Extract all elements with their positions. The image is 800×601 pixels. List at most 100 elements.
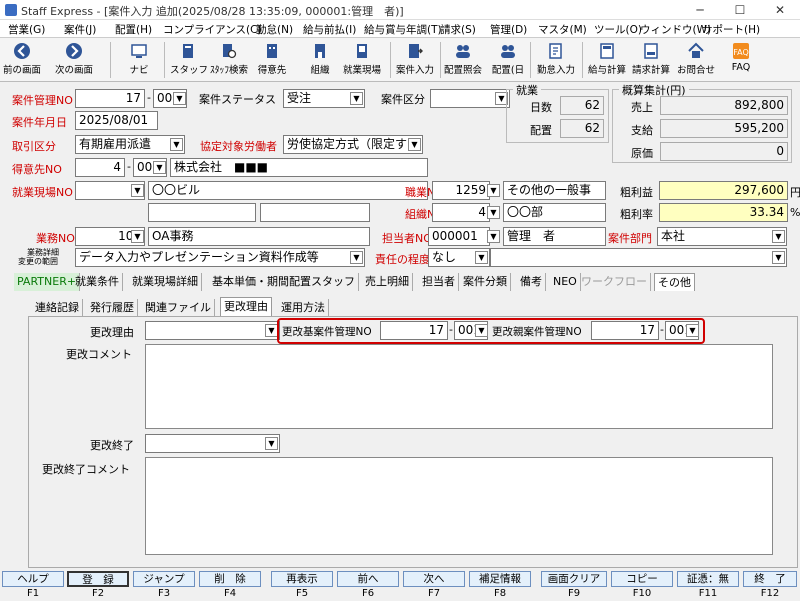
reason-select[interactable]: [145, 321, 280, 340]
agreement-dropdown-icon[interactable]: ▼: [408, 138, 421, 151]
tab-partner[interactable]: PARTNER+: [14, 273, 81, 291]
delete-button[interactable]: 削 除: [199, 571, 261, 587]
supplement-button[interactable]: 補足情報: [469, 571, 531, 587]
tab-notes[interactable]: 備考: [517, 273, 546, 291]
menu-attendance[interactable]: 勤怠(N): [256, 22, 293, 37]
attendance-button[interactable]: 勤怠入力: [534, 40, 578, 80]
register-button[interactable]: 登 録: [67, 571, 129, 587]
person-name-field[interactable]: 管理 者: [503, 227, 606, 246]
navi-button[interactable]: ナビ: [124, 40, 154, 80]
faq-button[interactable]: FAQ FAQ: [726, 40, 756, 80]
next-screen-button[interactable]: 次の画面: [52, 40, 96, 80]
contact-button[interactable]: お問合せ: [674, 40, 718, 80]
close-button[interactable]: ✕: [760, 0, 800, 20]
job-entry-button[interactable]: 案件入力: [394, 40, 436, 80]
help-button[interactable]: ヘルプ: [2, 571, 64, 587]
site-extra-field-1[interactable]: [148, 203, 256, 222]
date-field[interactable]: 2025/08/01: [75, 111, 158, 130]
subtab-renewal-reason[interactable]: 更改理由: [220, 297, 272, 316]
copy-button[interactable]: コピー: [611, 571, 673, 587]
menu-sales[interactable]: 営業(G): [8, 22, 45, 37]
base-no-dropdown-icon[interactable]: ▼: [475, 324, 488, 337]
org-button[interactable]: 組織: [302, 40, 338, 80]
resp-detail-dropdown-icon[interactable]: ▼: [772, 251, 785, 264]
subtab-contact-log[interactable]: 連絡記録: [32, 299, 83, 317]
person-no-field[interactable]: 000001: [428, 227, 490, 246]
deal-dropdown-icon[interactable]: ▼: [170, 138, 183, 151]
deal-select[interactable]: 有期雇用派遣: [75, 135, 185, 154]
resp-detail-select[interactable]: [490, 248, 787, 267]
resp-dropdown-icon[interactable]: ▼: [475, 251, 488, 264]
end-comment-textarea[interactable]: [145, 457, 773, 555]
tab-neo[interactable]: NEO: [550, 273, 581, 291]
tab-work-conditions[interactable]: 就業条件: [72, 273, 123, 291]
tab-site-detail[interactable]: 就業現場詳細: [129, 273, 202, 291]
org-dropdown-icon[interactable]: ▼: [487, 206, 500, 219]
tab-sales-detail[interactable]: 売上明細: [362, 273, 413, 291]
subtab-issue-history[interactable]: 発行履歴: [87, 299, 138, 317]
tab-base-price[interactable]: 基本単価・期間配置スタッフ: [209, 273, 359, 291]
end-dropdown-icon[interactable]: ▼: [265, 437, 278, 450]
client-name-field[interactable]: 株式会社 ■■■: [170, 158, 428, 177]
dept-dropdown-icon[interactable]: ▼: [772, 230, 785, 243]
job-type-no-field[interactable]: 1259: [432, 181, 490, 200]
minimize-button[interactable]: ─: [680, 0, 720, 20]
tab-person[interactable]: 担当者: [419, 273, 459, 291]
menu-payroll[interactable]: 給与賞与年調(T): [364, 22, 442, 37]
site-extra-field-2[interactable]: [260, 203, 370, 222]
menu-billing[interactable]: 請求(S): [440, 22, 476, 37]
tab-other[interactable]: その他: [654, 273, 695, 291]
menu-job[interactable]: 案件(J): [64, 22, 96, 37]
client-no-field[interactable]: 4: [75, 158, 125, 177]
voucher-button[interactable]: 証憑：無: [677, 571, 739, 587]
site-button[interactable]: 就業現場: [340, 40, 384, 80]
job-type-dropdown-icon[interactable]: ▼: [487, 184, 500, 197]
prev-screen-button[interactable]: 前の画面: [2, 40, 42, 80]
person-dropdown-icon[interactable]: ▼: [487, 230, 500, 243]
dept-select[interactable]: 本社: [657, 227, 787, 246]
subtab-operation[interactable]: 運用方法: [278, 299, 329, 317]
assign-day-button[interactable]: 配置(日: [488, 40, 528, 80]
menu-window[interactable]: ウィンドウ(W): [640, 22, 711, 37]
agreement-select[interactable]: 労使協定方式（限定す: [283, 135, 423, 154]
tab-job-class[interactable]: 案件分類: [460, 273, 511, 291]
assign-ref-button[interactable]: 配置照会: [442, 40, 484, 80]
menu-prepay[interactable]: 給与前払(I): [303, 22, 356, 37]
next-button[interactable]: 次へ: [403, 571, 465, 587]
work-name-field[interactable]: OA事務: [148, 227, 370, 246]
new-no-dropdown-icon[interactable]: ▼: [686, 324, 699, 337]
job-type-name-field[interactable]: その他の一般事: [503, 181, 606, 200]
base-no-field[interactable]: 17: [380, 321, 448, 340]
refresh-button[interactable]: 再表示: [271, 571, 333, 587]
org-name-field[interactable]: 〇〇部: [503, 203, 606, 222]
menu-support[interactable]: サポート(H): [702, 22, 760, 37]
menu-master[interactable]: マスタ(M): [538, 22, 587, 37]
subtab-related-files[interactable]: 関連ファイル: [142, 299, 215, 317]
client-dropdown-icon[interactable]: ▼: [153, 161, 166, 174]
org-no-field[interactable]: 4: [432, 203, 490, 222]
job-no-field[interactable]: 17: [75, 89, 145, 108]
menu-tools[interactable]: ツール(O): [594, 22, 642, 37]
menu-admin[interactable]: 管理(D): [490, 22, 527, 37]
detail-dropdown-icon[interactable]: ▼: [350, 251, 363, 264]
payroll-button[interactable]: 給与計算: [586, 40, 628, 80]
clear-button[interactable]: 画面クリア: [541, 571, 607, 587]
detail-select[interactable]: データ入力やプレゼンテーション資料作成等: [75, 248, 365, 267]
menu-compliance[interactable]: コンプライアンス(C): [163, 22, 262, 37]
jump-button[interactable]: ジャンプ: [133, 571, 195, 587]
menu-assign[interactable]: 配置(H): [115, 22, 152, 37]
billing-button[interactable]: 請求計算: [630, 40, 672, 80]
staff-button[interactable]: スタッフ: [170, 40, 208, 80]
job-no-dropdown-icon[interactable]: ▼: [173, 92, 186, 105]
prev-button[interactable]: 前へ: [337, 571, 399, 587]
site-dropdown-icon[interactable]: ▼: [131, 184, 144, 197]
new-no-field[interactable]: 17: [591, 321, 659, 340]
end-select[interactable]: [145, 434, 280, 453]
status-dropdown-icon[interactable]: ▼: [350, 92, 363, 105]
maximize-button[interactable]: ☐: [720, 0, 760, 20]
work-dropdown-icon[interactable]: ▼: [131, 230, 144, 243]
tab-workflow[interactable]: ワークフロー: [578, 273, 651, 291]
client-button[interactable]: 得意先: [254, 40, 290, 80]
site-name-field[interactable]: 〇〇ビル: [148, 181, 428, 200]
exit-button[interactable]: 終 了: [743, 571, 797, 587]
